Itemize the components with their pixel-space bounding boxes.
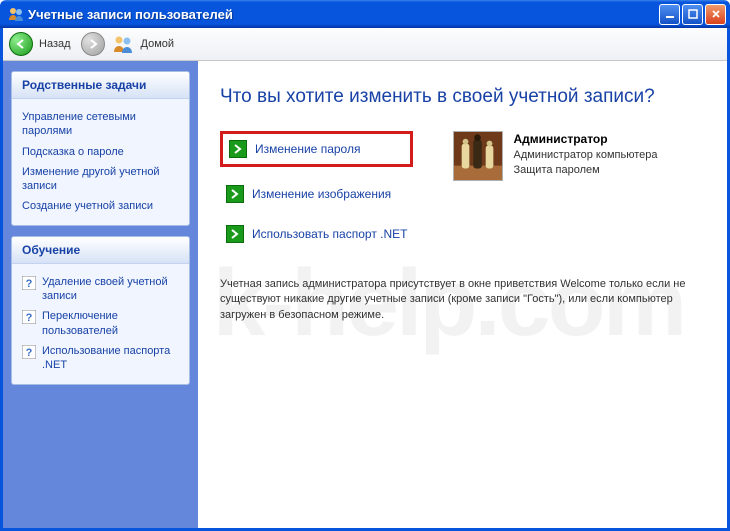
titlebar: Учетные записи пользователей <box>0 0 730 28</box>
admin-note: Учетная запись администратора присутству… <box>220 277 690 323</box>
task-change-password[interactable]: Изменение пароля <box>220 131 413 167</box>
user-name: Администратор <box>513 131 657 148</box>
task-label: Использовать паспорт .NET <box>252 227 407 241</box>
arrow-right-icon <box>226 185 244 203</box>
sidebar: Родственные задачи Управление сетевыми п… <box>3 61 198 528</box>
minimize-button[interactable] <box>659 4 680 25</box>
content-area: Родственные задачи Управление сетевыми п… <box>3 61 727 528</box>
help-icon: ? <box>22 276 36 290</box>
task-list: Изменение пароля Изменение изображения И… <box>220 131 413 247</box>
task-change-picture[interactable]: Изменение изображения <box>220 181 413 207</box>
home-label[interactable]: Домой <box>141 38 175 50</box>
learn-header: Обучение <box>12 237 189 264</box>
page-title: Что вы хотите изменить в своей учетной з… <box>220 85 705 109</box>
window-frame: Назад Домой Родственные задачи Управлени… <box>0 28 730 531</box>
users-app-icon <box>8 6 24 22</box>
learn-link-label: Использование паспорта .NET <box>42 344 179 373</box>
task-label: Изменение пароля <box>255 142 360 156</box>
maximize-button[interactable] <box>682 4 703 25</box>
task-label: Изменение изображения <box>252 187 391 201</box>
home-users-icon <box>113 35 135 53</box>
user-avatar <box>453 131 503 181</box>
arrow-right-icon <box>229 140 247 158</box>
toolbar: Назад Домой <box>3 28 727 61</box>
svg-text:?: ? <box>26 347 33 359</box>
svg-text:?: ? <box>26 312 33 324</box>
back-label[interactable]: Назад <box>39 38 71 50</box>
svg-text:?: ? <box>26 278 33 290</box>
user-role: Администратор компьютера <box>513 148 657 163</box>
arrow-right-icon <box>226 225 244 243</box>
learn-link-switch-users[interactable]: ? Переключение пользователей <box>22 306 179 341</box>
back-button[interactable] <box>9 32 33 56</box>
user-block: Администратор Администратор компьютера З… <box>453 131 657 181</box>
help-icon: ? <box>22 345 36 359</box>
task-use-passport-net[interactable]: Использовать паспорт .NET <box>220 221 413 247</box>
learn-link-label: Переключение пользователей <box>42 309 179 338</box>
related-tasks-box: Родственные задачи Управление сетевыми п… <box>11 71 190 226</box>
sidebar-link-change-other-account[interactable]: Изменение другой учетной записи <box>22 162 179 197</box>
close-button[interactable] <box>705 4 726 25</box>
learn-link-label: Удаление своей учетной записи <box>42 275 179 304</box>
help-icon: ? <box>22 310 36 324</box>
sidebar-link-password-hint[interactable]: Подсказка о пароле <box>22 142 179 162</box>
learn-link-passport-net[interactable]: ? Использование паспорта .NET <box>22 341 179 376</box>
window-title: Учетные записи пользователей <box>28 7 657 22</box>
main-panel: k-help.com Что вы хотите изменить в свое… <box>198 61 727 528</box>
related-tasks-header: Родственные задачи <box>12 72 189 99</box>
learn-box: Обучение ? Удаление своей учетной записи… <box>11 236 190 385</box>
user-protection: Защита паролем <box>513 163 657 178</box>
sidebar-link-create-account[interactable]: Создание учетной записи <box>22 196 179 216</box>
sidebar-link-network-passwords[interactable]: Управление сетевыми паролями <box>22 107 179 142</box>
forward-button[interactable] <box>81 32 105 56</box>
learn-link-delete-own-account[interactable]: ? Удаление своей учетной записи <box>22 272 179 307</box>
